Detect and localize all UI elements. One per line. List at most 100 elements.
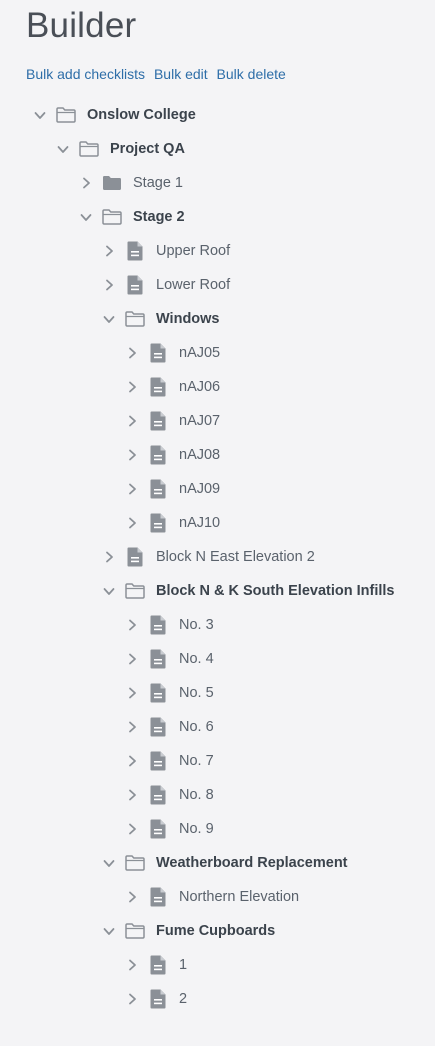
- chevron-down-icon[interactable]: [103, 857, 115, 869]
- tree-row-label: Block N & K South Elevation Infills: [156, 583, 395, 599]
- tree-row[interactable]: Weatherboard Replacement: [0, 846, 435, 880]
- tree-row[interactable]: Fume Cupboards: [0, 914, 435, 948]
- folder-open-icon: [125, 853, 145, 873]
- chevron-down-icon[interactable]: [34, 109, 46, 121]
- tree-row-label: 1: [179, 957, 188, 973]
- document-icon: [148, 989, 168, 1009]
- chevron-down-icon[interactable]: [57, 143, 69, 155]
- chevron-right-icon[interactable]: [126, 619, 138, 631]
- tree-row-label: Stage 2: [133, 209, 185, 225]
- tree-row-label: No. 8: [179, 787, 214, 803]
- tree-row[interactable]: No. 3: [0, 608, 435, 642]
- tree-row[interactable]: Stage 2: [0, 200, 435, 234]
- document-icon: [148, 751, 168, 771]
- document-icon: [148, 819, 168, 839]
- chevron-right-icon[interactable]: [126, 653, 138, 665]
- document-icon: [148, 785, 168, 805]
- chevron-down-icon[interactable]: [103, 313, 115, 325]
- folder-open-icon: [79, 139, 99, 159]
- tree-row-label: Onslow College: [87, 107, 196, 123]
- chevron-right-icon[interactable]: [126, 381, 138, 393]
- tree-row-label: No. 3: [179, 617, 214, 633]
- page-title: Builder: [26, 6, 137, 45]
- builder-page: Builder Bulk add checklists Bulk edit Bu…: [0, 0, 435, 1046]
- chevron-right-icon[interactable]: [80, 177, 92, 189]
- tree-row-label: Stage 1: [133, 175, 183, 191]
- folder-open-icon: [56, 105, 76, 125]
- chevron-down-icon[interactable]: [103, 585, 115, 597]
- tree-row-label: No. 9: [179, 821, 214, 837]
- tree-row[interactable]: Upper Roof: [0, 234, 435, 268]
- tree-row[interactable]: No. 4: [0, 642, 435, 676]
- tree-row[interactable]: No. 9: [0, 812, 435, 846]
- chevron-right-icon[interactable]: [126, 517, 138, 529]
- tree-row-label: No. 4: [179, 651, 214, 667]
- tree-row[interactable]: Onslow College: [0, 98, 435, 132]
- tree-row-label: Weatherboard Replacement: [156, 855, 348, 871]
- document-icon: [148, 955, 168, 975]
- bulk-actions-bar: Bulk add checklists Bulk edit Bulk delet…: [26, 64, 435, 84]
- document-icon: [125, 241, 145, 261]
- document-icon: [148, 445, 168, 465]
- chevron-right-icon[interactable]: [103, 551, 115, 563]
- chevron-right-icon[interactable]: [126, 891, 138, 903]
- tree-row[interactable]: nAJ06: [0, 370, 435, 404]
- chevron-right-icon[interactable]: [103, 245, 115, 257]
- bulk-edit-link[interactable]: Bulk edit: [154, 66, 208, 82]
- chevron-right-icon[interactable]: [126, 687, 138, 699]
- document-icon: [148, 887, 168, 907]
- tree-row-label: Project QA: [110, 141, 185, 157]
- tree-row[interactable]: nAJ08: [0, 438, 435, 472]
- chevron-right-icon[interactable]: [126, 959, 138, 971]
- tree-row[interactable]: 1: [0, 948, 435, 982]
- chevron-right-icon[interactable]: [126, 993, 138, 1005]
- tree-row[interactable]: Block N East Elevation 2: [0, 540, 435, 574]
- chevron-down-icon[interactable]: [80, 211, 92, 223]
- document-icon: [148, 513, 168, 533]
- tree-row[interactable]: Lower Roof: [0, 268, 435, 302]
- tree-row-label: nAJ10: [179, 515, 221, 531]
- chevron-right-icon[interactable]: [126, 483, 138, 495]
- chevron-right-icon[interactable]: [126, 789, 138, 801]
- tree-row-label: Northern Elevation: [179, 889, 300, 905]
- chevron-right-icon[interactable]: [126, 755, 138, 767]
- tree-row[interactable]: No. 7: [0, 744, 435, 778]
- tree-row[interactable]: Northern Elevation: [0, 880, 435, 914]
- tree-row-label: Fume Cupboards: [156, 923, 276, 939]
- tree-row[interactable]: No. 8: [0, 778, 435, 812]
- document-icon: [148, 479, 168, 499]
- folder-open-icon: [125, 581, 145, 601]
- tree-row[interactable]: 2: [0, 982, 435, 1016]
- tree-row-label: Lower Roof: [156, 277, 231, 293]
- folder-open-icon: [125, 921, 145, 941]
- tree-row[interactable]: No. 6: [0, 710, 435, 744]
- tree-row-label: nAJ05: [179, 345, 221, 361]
- chevron-right-icon[interactable]: [103, 279, 115, 291]
- chevron-right-icon[interactable]: [126, 449, 138, 461]
- chevron-down-icon[interactable]: [103, 925, 115, 937]
- document-icon: [148, 717, 168, 737]
- chevron-right-icon[interactable]: [126, 415, 138, 427]
- document-icon: [148, 615, 168, 635]
- chevron-right-icon[interactable]: [126, 823, 138, 835]
- tree-row[interactable]: Project QA: [0, 132, 435, 166]
- chevron-right-icon[interactable]: [126, 347, 138, 359]
- tree-row[interactable]: nAJ05: [0, 336, 435, 370]
- tree-row[interactable]: nAJ09: [0, 472, 435, 506]
- tree-row[interactable]: Windows: [0, 302, 435, 336]
- bulk-add-checklists-link[interactable]: Bulk add checklists: [26, 66, 145, 82]
- chevron-right-icon[interactable]: [126, 721, 138, 733]
- tree-row-label: No. 6: [179, 719, 214, 735]
- tree-row-label: nAJ08: [179, 447, 221, 463]
- tree-row-label: No. 7: [179, 753, 214, 769]
- folder-closed-icon: [102, 173, 122, 193]
- document-icon: [148, 377, 168, 397]
- document-icon: [148, 683, 168, 703]
- tree-row[interactable]: No. 5: [0, 676, 435, 710]
- folder-open-icon: [102, 207, 122, 227]
- tree-row[interactable]: Block N & K South Elevation Infills: [0, 574, 435, 608]
- tree-row[interactable]: Stage 1: [0, 166, 435, 200]
- tree-row[interactable]: nAJ07: [0, 404, 435, 438]
- tree-row[interactable]: nAJ10: [0, 506, 435, 540]
- bulk-delete-link[interactable]: Bulk delete: [217, 66, 286, 82]
